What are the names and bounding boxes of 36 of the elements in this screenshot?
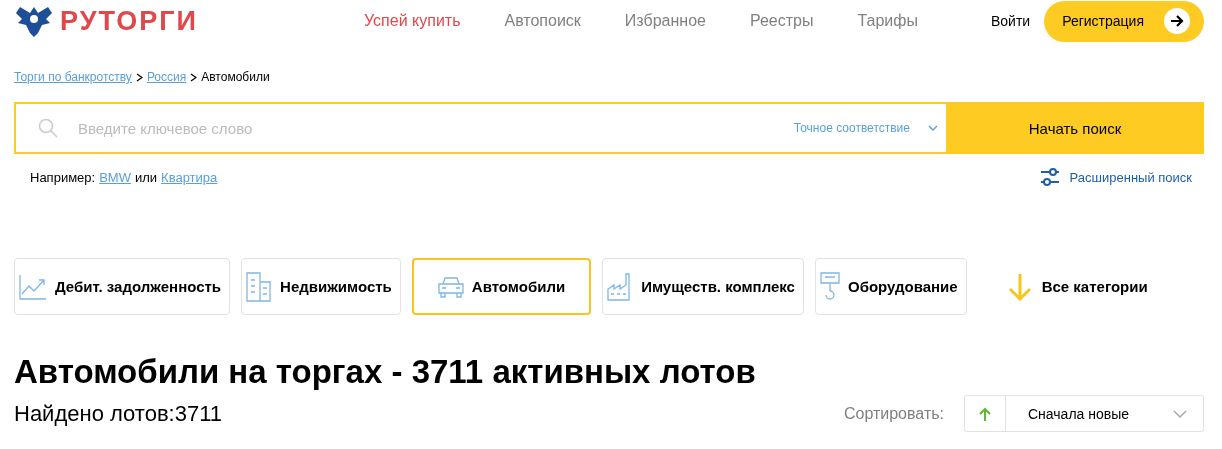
search-button[interactable]: Начать поиск (946, 102, 1204, 154)
example-label: Например: (30, 169, 96, 185)
search-icon (38, 118, 58, 138)
category-button[interactable]: Дебит. задолженность (14, 258, 231, 315)
nav-link[interactable]: Избранное (624, 12, 706, 30)
chevron-down-icon (928, 125, 938, 131)
building-icon (246, 271, 273, 302)
arrow-up-icon (979, 406, 991, 421)
all-categories-link[interactable]: Все категории (1007, 272, 1148, 301)
nav-link[interactable]: Тарифы (857, 12, 918, 30)
nav-link[interactable]: Успей купить (364, 12, 461, 30)
chevron-icon (190, 72, 198, 82)
chart-icon (19, 273, 47, 300)
category-button[interactable]: Автомобили (411, 258, 592, 315)
chevron-down-icon (1173, 409, 1187, 418)
nav-link[interactable]: Автопоиск (504, 12, 581, 30)
logo-text[interactable]: РУТОРГИ (60, 5, 198, 37)
sliders-icon (1039, 168, 1060, 186)
category-button[interactable]: Недвижимость (241, 258, 401, 315)
nav-link[interactable]: Реестры (749, 12, 814, 30)
example-joiner: или (134, 169, 158, 185)
category-button[interactable]: Оборудование (814, 258, 967, 315)
register-button[interactable]: Регистрация (1044, 0, 1204, 42)
page-heading: Автомобили на торгах - 3711 активных лотов (14, 353, 757, 391)
advanced-search-link[interactable]: Расширенный поиск (1039, 168, 1192, 186)
sort-label: Сортировать: (843, 404, 944, 423)
breadcrumb-current: Автомобили (201, 70, 270, 84)
category-button[interactable]: Имуществ. комплекс (602, 258, 804, 315)
arrow-down-icon (1007, 272, 1032, 301)
sort-dropdown[interactable]: Сначала новые (964, 395, 1204, 432)
login-link[interactable]: Войти (990, 13, 1031, 29)
lots-count: Найдено лотов:3711 (14, 400, 222, 427)
hook-icon (819, 271, 840, 302)
arrow-right-icon (1164, 8, 1190, 34)
chevron-icon (135, 72, 143, 82)
car-icon (437, 275, 464, 298)
